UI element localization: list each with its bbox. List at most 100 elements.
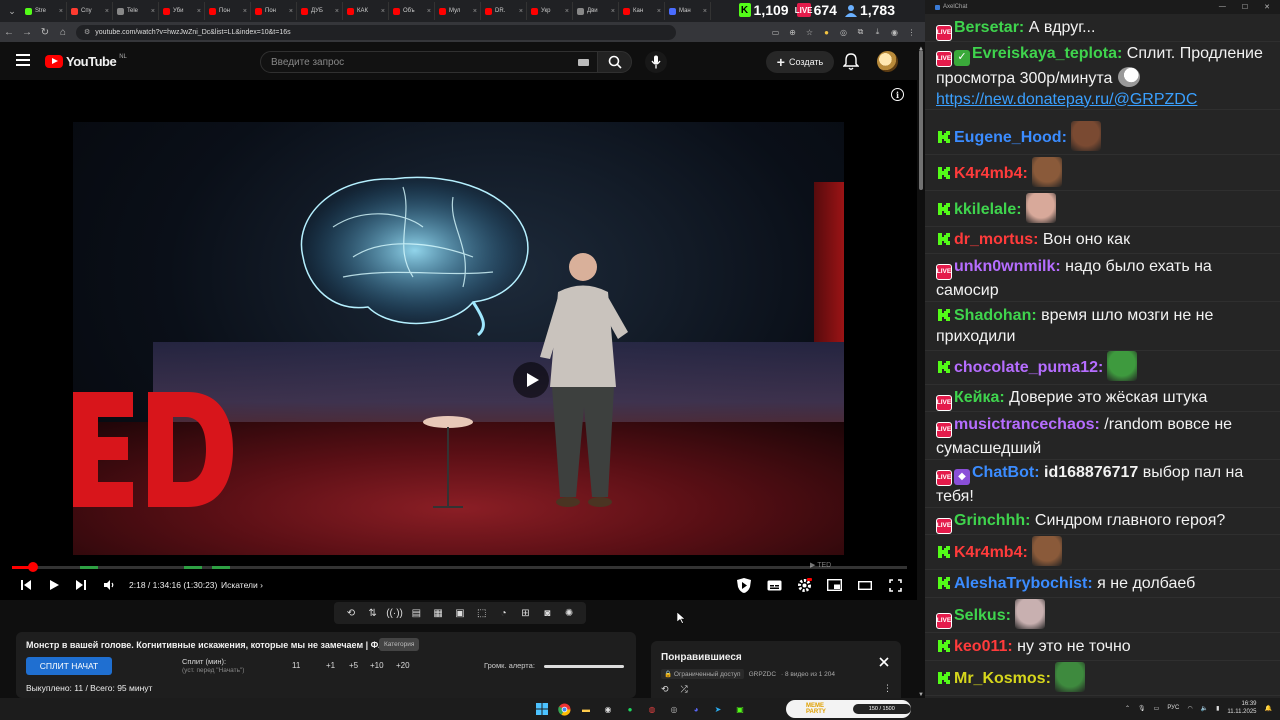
chat-username[interactable]: AleshaTrybochist: — [954, 575, 1093, 592]
chat-username[interactable]: Bersetar: — [954, 19, 1024, 36]
tab-close-icon[interactable]: × — [519, 8, 523, 15]
battery-icon[interactable]: ▮ — [1216, 705, 1219, 712]
telegram-icon[interactable]: ➤ — [710, 701, 726, 717]
home-icon[interactable]: ⌂ — [54, 27, 72, 38]
chat-username[interactable]: Eugene_Hood: — [954, 129, 1067, 146]
chat-username[interactable]: Shadohan: — [954, 307, 1037, 324]
progress-bar[interactable] — [12, 562, 907, 572]
chat-username[interactable]: Evreiskaya_teplota: — [972, 45, 1122, 62]
tab-close-icon[interactable]: × — [657, 8, 661, 15]
menu-icon[interactable]: ⋮ — [906, 27, 917, 38]
center-play-button[interactable] — [513, 362, 549, 398]
wifi-icon[interactable]: ◠ — [1187, 705, 1192, 712]
site-info-icon[interactable]: ⚙ — [84, 28, 90, 36]
playlist-title[interactable]: Понравившиеся — [661, 652, 742, 663]
increment-1-button[interactable]: +1 — [326, 661, 335, 670]
puzzle-icon[interactable]: ⧉ — [855, 27, 866, 38]
app-icon-green[interactable]: ▣ — [732, 701, 748, 717]
volume-button[interactable] — [101, 576, 117, 594]
video-player[interactable]: i ▶ TED 2:18 / 1:34:16 (1:30:23) Искател — [0, 80, 917, 600]
file-explorer-icon[interactable]: ▬ — [578, 701, 594, 717]
chat-username[interactable]: kkilelale: — [954, 201, 1022, 218]
tab-close-icon[interactable]: × — [565, 8, 569, 15]
meme-party-widget[interactable]: MEME PARTY 150 / 1500 — [786, 700, 911, 718]
increment-10-button[interactable]: +10 — [370, 661, 384, 670]
close-icon[interactable] — [878, 656, 890, 668]
miniplayer-button[interactable] — [825, 576, 843, 594]
browser-tab[interactable]: Tele × — [113, 2, 159, 20]
tab-close-icon[interactable]: × — [611, 8, 615, 15]
category-tag[interactable]: Категория — [379, 638, 420, 651]
browser-tab[interactable]: DR. × — [481, 2, 527, 20]
menu-hamburger-icon[interactable] — [16, 54, 30, 66]
microphone-icon[interactable]: 🎙 — [1138, 705, 1146, 712]
page-scrollbar[interactable]: ▲ ▼ — [917, 46, 925, 698]
app-icon[interactable]: ◎ — [666, 701, 682, 717]
subtitles-button[interactable] — [765, 576, 783, 594]
tab-close-icon[interactable]: × — [427, 8, 431, 15]
network-icon[interactable]: ▭ — [1154, 705, 1160, 712]
dotted-box-icon[interactable]: ⬚ — [475, 607, 488, 620]
clock[interactable]: 16:39 11.11.2025 — [1227, 700, 1256, 716]
browser-tab[interactable]: Спу × — [67, 2, 113, 20]
split-minutes-value[interactable]: 11 — [292, 661, 300, 670]
voice-search-button[interactable] — [645, 51, 667, 73]
increment-20-button[interactable]: +20 — [396, 661, 410, 670]
video-stats-icon[interactable]: ▤ — [410, 607, 423, 620]
loop-icon[interactable]: ⟲ — [344, 607, 357, 620]
tab-search-icon[interactable]: ⌄ — [3, 2, 21, 20]
progress-scrubber[interactable] — [28, 562, 39, 572]
chat-username[interactable]: K4r4mb4: — [954, 544, 1028, 561]
extension-icon-2[interactable]: ◎ — [838, 27, 849, 38]
browser-tab[interactable]: Пон × — [251, 2, 297, 20]
chat-username[interactable]: Кейка: — [954, 389, 1005, 406]
video-frame[interactable] — [73, 122, 844, 555]
tab-close-icon[interactable]: × — [335, 8, 339, 15]
increment-5-button[interactable]: +5 — [349, 661, 358, 670]
tab-close-icon[interactable]: × — [105, 8, 109, 15]
tab-close-icon[interactable]: × — [197, 8, 201, 15]
sort-icon[interactable]: ⇅ — [366, 607, 379, 620]
notifications-bell-icon[interactable] — [843, 53, 859, 71]
profile-icon[interactable]: ◉ — [889, 27, 900, 38]
spotify-icon[interactable]: ● — [622, 701, 638, 717]
tab-close-icon[interactable]: × — [243, 8, 247, 15]
sponsorblock-button[interactable] — [735, 576, 753, 594]
screenshot-icon[interactable]: ◙ — [541, 607, 554, 620]
chat-username[interactable]: Selkus: — [954, 607, 1011, 624]
obs-icon[interactable]: ◍ — [644, 701, 660, 717]
extension-icon[interactable]: ● — [821, 27, 832, 38]
speed-icon[interactable]: ◔ — [497, 607, 510, 620]
fullscreen-button[interactable] — [886, 576, 904, 594]
browser-tab[interactable]: Дви × — [573, 2, 619, 20]
chat-username[interactable]: unkn0wnmilk: — [954, 258, 1061, 275]
theater-mode-button[interactable] — [856, 576, 874, 594]
bookmark-star-icon[interactable]: ☆ — [804, 27, 815, 38]
cast-icon[interactable]: ▭ — [770, 27, 781, 38]
chat-username[interactable]: Mr_Kosmos: — [954, 670, 1051, 687]
alert-volume-slider[interactable] — [544, 665, 624, 668]
discord-icon[interactable]: ◕ — [688, 701, 704, 717]
chrome-icon[interactable] — [556, 701, 572, 717]
zoom-icon[interactable]: ⊕ — [787, 27, 798, 38]
tab-close-icon[interactable]: × — [151, 8, 155, 15]
browser-tab[interactable]: Уби × — [159, 2, 205, 20]
tab-close-icon[interactable]: × — [381, 8, 385, 15]
chat-link[interactable]: https://new.donatepay.ru/@GRPZDC — [936, 91, 1197, 108]
info-icon[interactable]: i — [891, 88, 904, 101]
back-icon[interactable]: ← — [0, 27, 18, 38]
browser-tab[interactable]: КАК × — [343, 2, 389, 20]
tray-chevron-icon[interactable]: ⌃ — [1125, 705, 1130, 712]
play-button[interactable] — [46, 576, 62, 594]
chapter-button[interactable]: Искатели › — [221, 580, 263, 590]
chat-username[interactable]: musictrancechaos: — [954, 416, 1100, 433]
playlist-channel[interactable]: GRPZDC — [749, 671, 776, 678]
create-button[interactable]: + Создать — [766, 51, 834, 73]
forward-icon[interactable]: → — [18, 27, 36, 38]
chat-username[interactable]: Grinchhh: — [954, 512, 1030, 529]
chat-username[interactable]: ChatBot: — [972, 464, 1040, 481]
browser-tab[interactable]: Ман × — [665, 2, 711, 20]
speaker-icon[interactable]: 🔈 — [1201, 705, 1208, 712]
keyboard-icon[interactable] — [578, 59, 589, 66]
chat-username[interactable]: chocolate_puma12: — [954, 359, 1103, 376]
